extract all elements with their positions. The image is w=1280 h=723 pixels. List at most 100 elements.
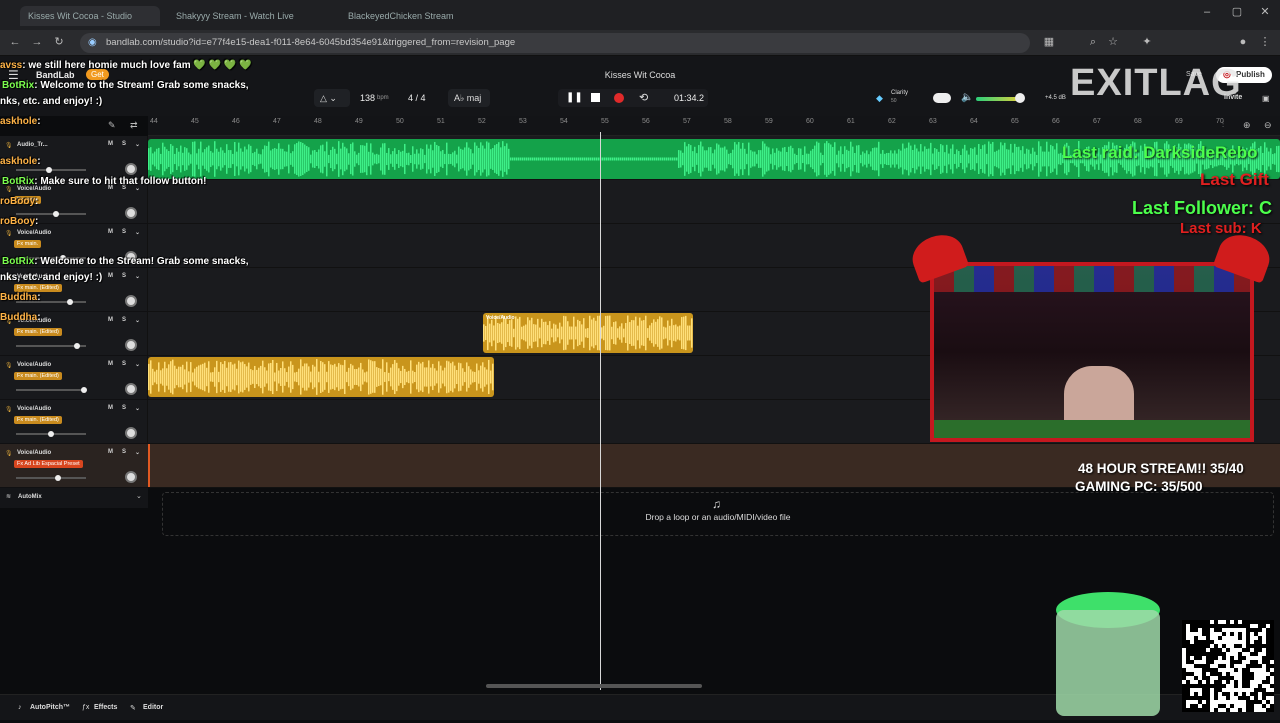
zoom-icon[interactable]: ⌕ <box>1086 35 1100 49</box>
drop-zone[interactable]: ♫ Drop a loop or an audio/MIDI/video fil… <box>162 492 1274 536</box>
solo-button[interactable]: S <box>122 229 126 235</box>
profile-avatar[interactable]: ● <box>1236 35 1250 49</box>
fx-preset-tag[interactable]: Fx main. <box>14 240 42 248</box>
song-title[interactable]: Kisses Wit Cocoa <box>560 70 720 80</box>
track-header-08[interactable]: 🎙 Voice/Audio Fx Ad Lib Espacial Preset M S ⌄ <box>0 444 148 488</box>
chevron-down-icon[interactable]: ⌄ <box>135 449 140 456</box>
fx-preset-tag[interactable]: Fx Ad Lib Espacial Preset <box>14 460 83 468</box>
minimize-icon[interactable]: – <box>1200 5 1214 19</box>
chevron-down-icon[interactable]: ⌄ <box>135 361 140 368</box>
effects-button[interactable]: Effects <box>94 704 117 711</box>
extensions-icon[interactable]: ✦ <box>1140 35 1154 49</box>
bpm-value[interactable]: 138 <box>360 93 375 103</box>
menu-dots-icon[interactable]: ⋮ <box>1258 35 1272 49</box>
volume-thumb[interactable] <box>74 343 80 349</box>
volume-thumb[interactable] <box>55 475 61 481</box>
track-name[interactable]: Voice/Audio <box>17 362 51 368</box>
record-button[interactable] <box>614 93 624 103</box>
tools-icon[interactable]: ⫶ <box>1222 120 1224 130</box>
browser-tab-stream[interactable]: Shakyyy Stream - Watch Live <box>168 6 328 26</box>
pause-button[interactable]: ❚❚ <box>566 92 583 103</box>
solo-button[interactable]: S <box>122 141 126 147</box>
pan-knob[interactable] <box>125 339 137 351</box>
browser-tab-studio[interactable]: Kisses Wit Cocoa - Studio <box>20 6 160 26</box>
pan-knob[interactable] <box>125 207 137 219</box>
stop-button[interactable] <box>591 93 600 102</box>
mute-button[interactable]: M <box>108 405 113 411</box>
loop-icon[interactable]: ⟲ <box>639 91 648 104</box>
editor-button[interactable]: Editor <box>143 704 163 711</box>
solo-button[interactable]: S <box>122 273 126 279</box>
chevron-down-icon[interactable]: ⌄ <box>135 141 140 148</box>
track-volume-slider[interactable] <box>16 167 86 173</box>
volume-thumb[interactable] <box>67 299 73 305</box>
bookmark-star-icon[interactable]: ☆ <box>1106 35 1120 49</box>
track-volume-slider[interactable] <box>16 431 86 437</box>
snap-icon[interactable]: ⇄ <box>130 120 138 131</box>
solo-button[interactable]: S <box>122 317 126 323</box>
master-volume-thumb[interactable] <box>1015 93 1025 103</box>
mute-button[interactable]: M <box>108 273 113 279</box>
metronome-button[interactable]: △ ⌄ <box>314 89 350 107</box>
mute-button[interactable]: M <box>108 141 113 147</box>
mute-button[interactable]: M <box>108 317 113 323</box>
volume-icon[interactable]: 🔈 <box>961 92 973 103</box>
maximize-icon[interactable]: ▢ <box>1230 5 1244 19</box>
chevron-down-icon[interactable]: ⌄ <box>135 229 140 236</box>
bandlab-logo[interactable]: BandLab <box>36 70 75 80</box>
track-volume-slider[interactable] <box>16 387 87 393</box>
pan-knob[interactable] <box>125 295 137 307</box>
volume-thumb[interactable] <box>81 387 87 393</box>
pan-knob[interactable] <box>125 427 137 439</box>
fx-preset-tag[interactable]: Fx main. (Edited) <box>14 372 62 380</box>
track-name[interactable]: Voice/Audio <box>17 406 51 412</box>
mute-button[interactable]: M <box>108 361 113 367</box>
mute-button[interactable]: M <box>108 449 113 455</box>
fx-preset-tag[interactable]: Fx main. (Edited) <box>14 328 62 336</box>
chevron-down-icon[interactable]: ⌄ <box>136 492 142 500</box>
volume-thumb[interactable] <box>48 431 54 437</box>
pan-knob[interactable] <box>125 163 137 175</box>
autopitch-button[interactable]: AutoPitch™ <box>30 704 70 711</box>
reload-icon[interactable]: ↻ <box>52 35 66 49</box>
track-name[interactable]: Audio_Tr... <box>17 142 48 148</box>
url-input[interactable]: ◉ bandlab.com/studio?id=e77f4e15-dea1-f0… <box>80 33 1030 53</box>
horizontal-scrollbar[interactable] <box>486 684 702 688</box>
pencil-icon[interactable]: ✎ <box>108 120 116 131</box>
track-name[interactable]: Voice/Audio <box>17 230 51 236</box>
reader-icon[interactable]: ▦ <box>1042 35 1056 49</box>
solo-button[interactable]: S <box>122 405 126 411</box>
track-header-07[interactable]: 🎙 Voice/Audio Fx main. (Edited) M S ⌄ <box>0 400 148 444</box>
track-volume-slider[interactable] <box>16 211 86 217</box>
track-lane-02[interactable] <box>148 180 1280 224</box>
back-icon[interactable]: ← <box>8 35 22 49</box>
audio-clip-track5[interactable]: Voice/Audio <box>483 313 693 353</box>
track-volume-slider[interactable] <box>16 343 86 349</box>
volume-thumb[interactable] <box>46 167 52 173</box>
pan-knob[interactable] <box>125 471 137 483</box>
audio-clip-track6[interactable] <box>148 357 494 397</box>
solo-button[interactable]: S <box>122 361 126 367</box>
zoom-out-icon[interactable]: ⊖ <box>1264 120 1272 131</box>
automix-label[interactable]: AutoMix <box>18 494 42 500</box>
zoom-in-icon[interactable]: ⊕ <box>1243 120 1251 131</box>
key-button[interactable]: A♭ maj <box>448 89 490 107</box>
time-signature[interactable]: 4 / 4 <box>408 93 426 103</box>
clarity-toggle[interactable] <box>933 93 951 103</box>
solo-button[interactable]: S <box>122 449 126 455</box>
track-volume-slider[interactable] <box>16 475 86 481</box>
pan-knob[interactable] <box>125 383 137 395</box>
browser-tab-chicken[interactable]: BlackeyedChicken Stream <box>340 6 500 26</box>
fx-preset-tag[interactable]: Fx main. (Edited) <box>14 284 62 292</box>
chevron-down-icon[interactable]: ⌄ <box>135 273 140 280</box>
panel-icon[interactable]: ▣ <box>1262 94 1270 103</box>
forward-icon[interactable]: → <box>30 35 44 49</box>
playhead[interactable] <box>600 132 601 690</box>
mute-button[interactable]: M <box>108 229 113 235</box>
site-info-icon[interactable]: ◉ <box>88 37 97 48</box>
chevron-down-icon[interactable]: ⌄ <box>135 405 140 412</box>
chevron-down-icon[interactable]: ⌄ <box>135 317 140 324</box>
track-name[interactable]: Voice/Audio <box>17 450 51 456</box>
timeline-ruler[interactable]: 44 45 46 47 48 49 50 51 52 53 54 55 56 57 58 59 60 61 62 63… <box>148 116 1280 136</box>
close-icon[interactable]: ✕ <box>1258 5 1272 19</box>
